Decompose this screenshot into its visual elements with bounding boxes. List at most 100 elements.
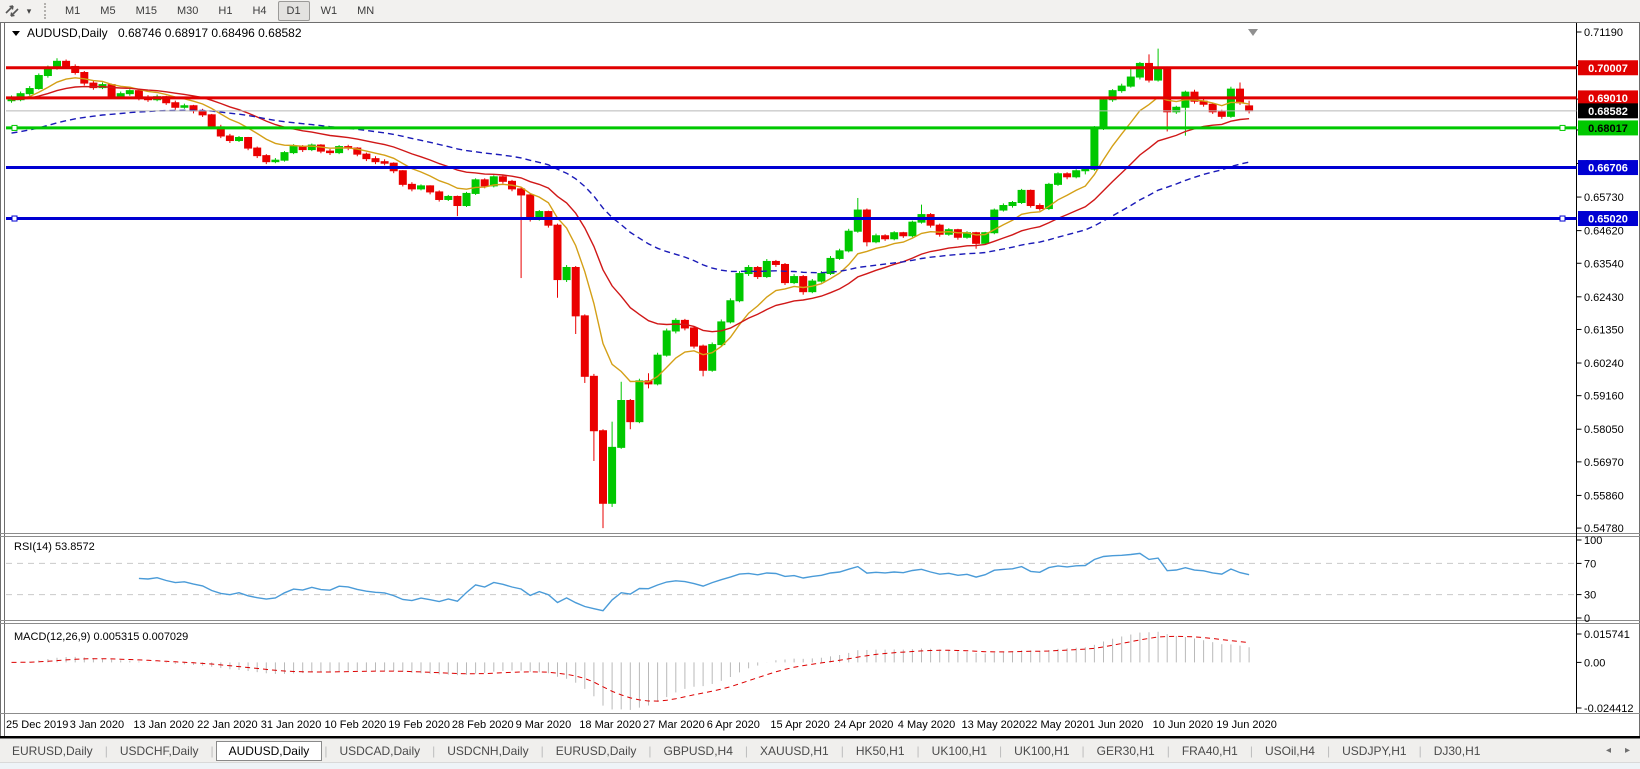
timeframe-w1[interactable]: W1 bbox=[312, 1, 347, 21]
chart-tab[interactable]: GBPUSD,H4 bbox=[654, 742, 743, 760]
date-tick-label: 10 Jun 2020 bbox=[1153, 719, 1214, 731]
mid-ma-line[interactable] bbox=[12, 87, 1250, 332]
macd-label: MACD(12,26,9) 0.005315 0.007029 bbox=[14, 631, 188, 643]
macd-axis-label: 0.00 bbox=[1584, 657, 1605, 669]
macd-axis-label: 0.015741 bbox=[1584, 629, 1630, 641]
price-badge[interactable]: 0.70007 bbox=[1578, 60, 1638, 75]
rsi-label: RSI(14) 53.8572 bbox=[14, 541, 95, 553]
line-handle[interactable] bbox=[1560, 125, 1565, 130]
timeframe-m1[interactable]: M1 bbox=[56, 1, 89, 21]
price-badge[interactable]: 0.66706 bbox=[1578, 160, 1638, 175]
timeframe-m30[interactable]: M30 bbox=[168, 1, 207, 21]
rsi-line bbox=[139, 553, 1249, 610]
chart-tab[interactable]: USDCNH,Daily bbox=[437, 742, 538, 760]
chart-tab[interactable]: DJ30,H1 bbox=[1424, 742, 1491, 760]
rsi-axis-label: 70 bbox=[1584, 558, 1596, 570]
svg-text:0.66706: 0.66706 bbox=[1588, 163, 1628, 175]
chart-tab[interactable]: HK50,H1 bbox=[846, 742, 915, 760]
horizontal-line[interactable] bbox=[6, 125, 1577, 130]
date-tick-label: 19 Feb 2020 bbox=[388, 719, 450, 731]
date-tick-label: 3 Jan 2020 bbox=[70, 719, 124, 731]
fast-ma-line[interactable] bbox=[12, 78, 1250, 382]
chart-tab[interactable]: UK100,H1 bbox=[922, 742, 997, 760]
date-tick-label: 22 May 2020 bbox=[1025, 719, 1089, 731]
chart-tab-bar: EURUSD,Daily|USDCHF,Daily|AUDUSD,Daily|U… bbox=[0, 739, 1640, 762]
tab-separator: | bbox=[841, 744, 844, 758]
chart-tab[interactable]: USDCHF,Daily bbox=[110, 742, 209, 760]
date-tick-label: 13 May 2020 bbox=[962, 719, 1026, 731]
date-tick-label: 25 Dec 2019 bbox=[6, 719, 68, 731]
chart-tab[interactable]: EURUSD,Daily bbox=[2, 742, 103, 760]
line-handle[interactable] bbox=[12, 125, 17, 130]
toolbar-grip[interactable] bbox=[44, 3, 49, 19]
chart-tab[interactable]: AUDUSD,Daily bbox=[216, 741, 323, 761]
timeframe-m15[interactable]: M15 bbox=[127, 1, 166, 21]
candlestick-series bbox=[8, 49, 1253, 528]
tab-separator: | bbox=[917, 744, 920, 758]
price-tick-label: 0.62430 bbox=[1584, 292, 1624, 304]
timeframe-h1[interactable]: H1 bbox=[209, 1, 241, 21]
chart-shift-marker[interactable] bbox=[1248, 29, 1258, 36]
date-tick-label: 4 May 2020 bbox=[898, 719, 955, 731]
price-tick-label: 0.59160 bbox=[1584, 391, 1624, 403]
timeframe-d1[interactable]: D1 bbox=[278, 1, 310, 21]
date-tick-label: 10 Feb 2020 bbox=[325, 719, 387, 731]
chart-tab[interactable]: USOil,H4 bbox=[1255, 742, 1325, 760]
tab-separator: | bbox=[745, 744, 748, 758]
rsi-axis-label: 100 bbox=[1584, 535, 1602, 547]
chart-tab[interactable]: UK100,H1 bbox=[1004, 742, 1079, 760]
horizontal-line[interactable] bbox=[6, 216, 1577, 221]
tab-separator: | bbox=[1419, 744, 1422, 758]
date-tick-label: 24 Apr 2020 bbox=[834, 719, 893, 731]
macd-axis-label: -0.024412 bbox=[1584, 703, 1634, 715]
chevron-down-icon[interactable]: ▾ bbox=[22, 6, 36, 17]
tab-separator: | bbox=[999, 744, 1002, 758]
tab-separator: | bbox=[1082, 744, 1085, 758]
line-handle[interactable] bbox=[1560, 216, 1565, 221]
price-tick-label: 0.71190 bbox=[1584, 27, 1623, 39]
date-tick-label: 6 Apr 2020 bbox=[707, 719, 760, 731]
price-tick-label: 0.56970 bbox=[1584, 457, 1624, 469]
chart-window: 0.711900.700800.689700.679500.668400.657… bbox=[0, 22, 1640, 739]
chart-arrows-icon[interactable] bbox=[2, 2, 22, 20]
tab-separator: | bbox=[432, 744, 435, 758]
chart-tab[interactable]: GER30,H1 bbox=[1087, 742, 1165, 760]
date-tick-label: 31 Jan 2020 bbox=[261, 719, 322, 731]
chart-tab[interactable]: USDCAD,Daily bbox=[329, 742, 430, 760]
price-tick-label: 0.55860 bbox=[1584, 490, 1624, 502]
chart-canvas[interactable]: 0.711900.700800.689700.679500.668400.657… bbox=[0, 22, 1640, 739]
tab-scroll-left-icon[interactable]: ◂ bbox=[1606, 745, 1611, 756]
tab-separator: | bbox=[1167, 744, 1170, 758]
chart-tab[interactable]: USDJPY,H1 bbox=[1332, 742, 1416, 760]
tab-separator: | bbox=[211, 744, 214, 758]
timeframe-h4[interactable]: H4 bbox=[243, 1, 275, 21]
date-tick-label: 1 Jun 2020 bbox=[1089, 719, 1143, 731]
tab-separator: | bbox=[1250, 744, 1253, 758]
chart-title-ohlc: 0.68746 0.68917 0.68496 0.68582 bbox=[118, 26, 302, 40]
line-handle[interactable] bbox=[12, 216, 17, 221]
tab-separator: | bbox=[105, 744, 108, 758]
price-badge[interactable]: 0.68582 bbox=[1578, 103, 1638, 118]
tab-scroll-right-icon[interactable]: ▸ bbox=[1625, 745, 1630, 756]
chart-tab[interactable]: EURUSD,Daily bbox=[546, 742, 647, 760]
price-tick-label: 0.54780 bbox=[1584, 523, 1624, 535]
price-badge[interactable]: 0.69010 bbox=[1578, 90, 1638, 105]
price-badge[interactable]: 0.68017 bbox=[1578, 120, 1638, 135]
date-tick-label: 13 Jan 2020 bbox=[133, 719, 194, 731]
svg-text:0.65020: 0.65020 bbox=[1588, 214, 1628, 226]
svg-text:0.69010: 0.69010 bbox=[1588, 93, 1628, 105]
date-tick-label: 18 Mar 2020 bbox=[579, 719, 641, 731]
slow-ma-line[interactable] bbox=[12, 110, 1250, 272]
svg-text:0.68017: 0.68017 bbox=[1588, 123, 1628, 135]
date-tick-label: 27 Mar 2020 bbox=[643, 719, 705, 731]
timeframe-m5[interactable]: M5 bbox=[91, 1, 124, 21]
timeframe-mn[interactable]: MN bbox=[348, 1, 383, 21]
price-badge[interactable]: 0.65020 bbox=[1578, 211, 1638, 226]
date-tick-label: 19 Jun 2020 bbox=[1216, 719, 1277, 731]
chart-tab[interactable]: FRA40,H1 bbox=[1172, 742, 1248, 760]
chart-tab[interactable]: XAUUSD,H1 bbox=[750, 742, 839, 760]
date-tick-label: 22 Jan 2020 bbox=[197, 719, 258, 731]
timeframe-buttons: M1M5M15M30H1H4D1W1MN bbox=[55, 1, 384, 21]
chart-menu-icon[interactable] bbox=[12, 31, 20, 36]
tab-separator: | bbox=[541, 744, 544, 758]
